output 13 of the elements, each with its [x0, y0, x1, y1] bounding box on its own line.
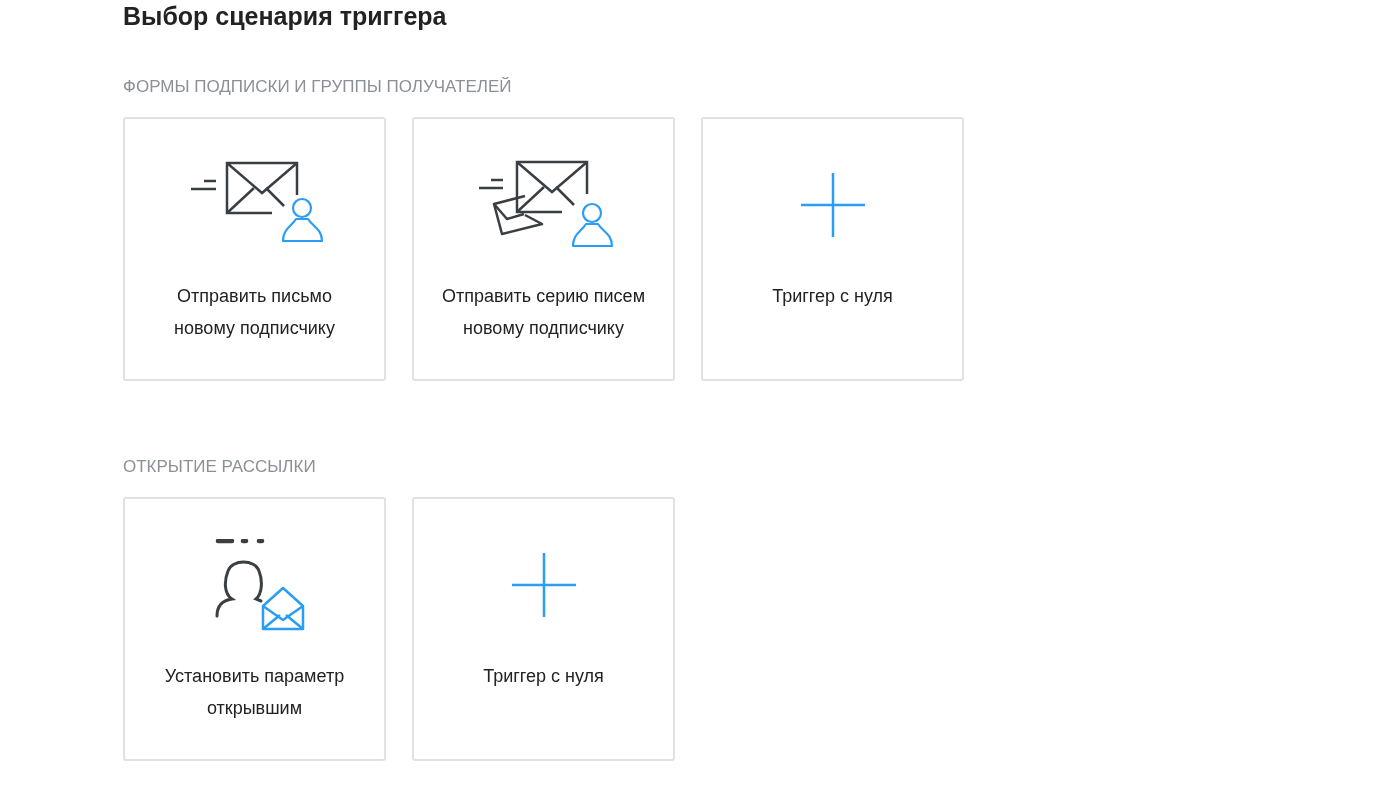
card-label: Отправить письмо новому подписчику — [173, 285, 336, 340]
card-label: Установить параметр открывшим — [163, 665, 346, 720]
scenario-card[interactable]: Установить параметр открывшим — [123, 497, 386, 761]
page-title: Выбор сценария триггера — [123, 1, 448, 31]
section-heading: ОТКРЫТИЕ РАССЫЛКИ — [123, 456, 317, 478]
scenario-card[interactable]: Отправить письмо новому подписчику — [123, 117, 386, 381]
scenario-card[interactable]: Триггер с нуля — [701, 117, 964, 381]
card-label: Отправить серию писем новому подписчику — [441, 285, 646, 340]
scenario-card[interactable]: Отправить серию писем новому подписчику — [412, 117, 675, 381]
card-label: Триггер с нуля — [483, 665, 604, 688]
scenario-card[interactable]: Триггер с нуля — [412, 497, 675, 761]
card-label: Триггер с нуля — [772, 285, 893, 308]
section-heading: ФОРМЫ ПОДПИСКИ И ГРУППЫ ПОЛУЧАТЕЛЕЙ — [123, 76, 513, 98]
